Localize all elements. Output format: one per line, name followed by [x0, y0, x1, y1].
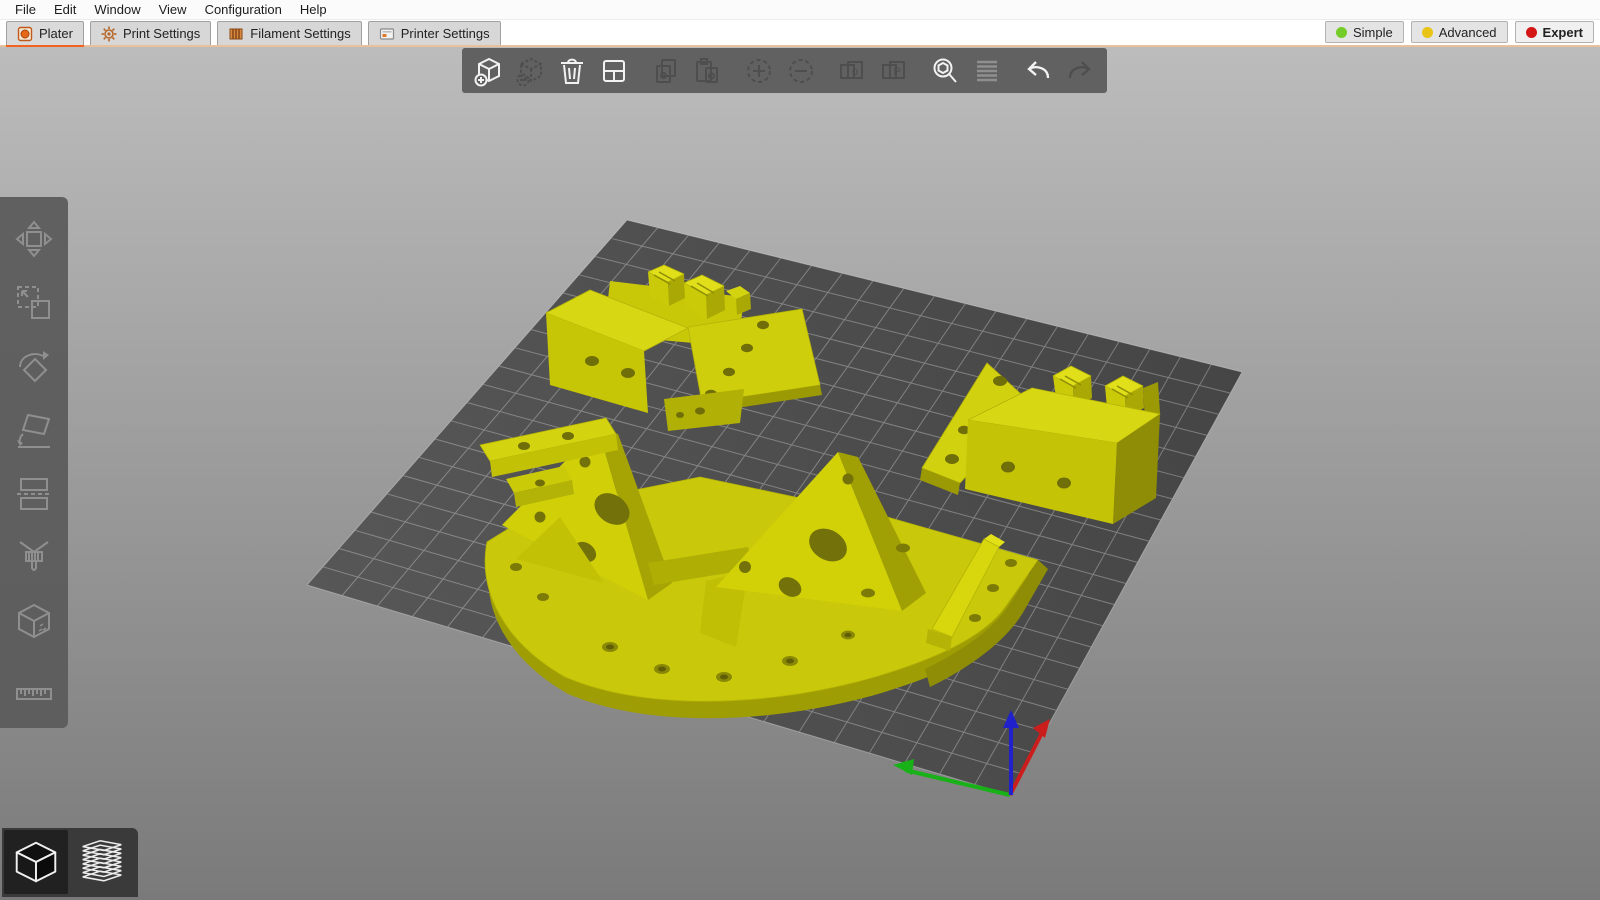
- ruler-icon[interactable]: [6, 658, 62, 714]
- split-parts-icon[interactable]: P: [875, 52, 913, 90]
- cut-icon[interactable]: [6, 466, 62, 522]
- layers-icon[interactable]: [968, 52, 1006, 90]
- move-icon[interactable]: [6, 211, 62, 267]
- menu-view[interactable]: View: [150, 1, 196, 18]
- menu-configuration[interactable]: Configuration: [196, 1, 291, 18]
- viewport-3d[interactable]: o P: [0, 47, 1600, 900]
- simple-dot-icon: [1336, 27, 1347, 38]
- mode-expert[interactable]: Expert: [1515, 21, 1594, 43]
- mode-label: Simple: [1353, 25, 1393, 40]
- plater-icon: [17, 26, 33, 42]
- cube-icon: [9, 835, 63, 889]
- tab-label: Print Settings: [123, 26, 200, 41]
- svg-text:o: o: [852, 66, 858, 78]
- tab-label: Filament Settings: [250, 26, 350, 41]
- delete-all-icon[interactable]: [554, 52, 592, 90]
- expert-dot-icon: [1526, 27, 1537, 38]
- menu-edit[interactable]: Edit: [45, 1, 85, 18]
- printer-icon: [379, 26, 395, 42]
- tab-bar: Plater Print Settings Fi: [0, 20, 1600, 47]
- view-toggle-bar: [2, 828, 138, 897]
- sliced-preview-button[interactable]: [70, 830, 134, 894]
- layers-stack-icon: [75, 835, 129, 889]
- add-model-icon[interactable]: [470, 52, 508, 90]
- search-icon[interactable]: [926, 52, 964, 90]
- mode-label: Advanced: [1439, 25, 1497, 40]
- svg-text:P: P: [893, 66, 900, 78]
- filament-icon: [228, 26, 244, 42]
- scene-canvas[interactable]: [0, 47, 1600, 900]
- tab-filament-settings[interactable]: Filament Settings: [217, 21, 361, 45]
- menu-file[interactable]: File: [6, 1, 45, 18]
- tab-print-settings[interactable]: Print Settings: [90, 21, 211, 45]
- slicer-app: File Edit Window View Configuration Help…: [0, 0, 1600, 900]
- delete-model-icon[interactable]: [512, 52, 550, 90]
- remove-instance-icon[interactable]: [782, 52, 820, 90]
- scale-icon[interactable]: [6, 275, 62, 331]
- 3d-editor-view-button[interactable]: [4, 830, 68, 894]
- tab-printer-settings[interactable]: Printer Settings: [368, 21, 501, 45]
- mode-advanced[interactable]: Advanced: [1411, 21, 1508, 43]
- tab-label: Plater: [39, 26, 73, 41]
- add-instance-icon[interactable]: [740, 52, 778, 90]
- arrange-icon[interactable]: [595, 52, 633, 90]
- redo-icon[interactable]: [1061, 52, 1099, 90]
- brush-icon[interactable]: [6, 530, 62, 586]
- tab-label: Printer Settings: [401, 26, 490, 41]
- menu-window[interactable]: Window: [85, 1, 149, 18]
- left-toolbar: [0, 197, 68, 728]
- gear-icon: [101, 26, 117, 42]
- mode-label: Expert: [1543, 25, 1583, 40]
- menu-bar: File Edit Window View Configuration Help: [0, 0, 1600, 20]
- copy-icon[interactable]: [647, 52, 685, 90]
- mode-switcher: Simple Advanced Expert: [1325, 21, 1594, 43]
- split-objects-icon[interactable]: o: [833, 52, 871, 90]
- undo-icon[interactable]: [1020, 52, 1058, 90]
- seam-cube-icon[interactable]: [6, 594, 62, 650]
- place-on-face-icon[interactable]: [6, 403, 62, 459]
- rotate-icon[interactable]: [6, 339, 62, 395]
- paste-icon[interactable]: [689, 52, 727, 90]
- tab-plater[interactable]: Plater: [6, 21, 84, 45]
- menu-help[interactable]: Help: [291, 1, 336, 18]
- advanced-dot-icon: [1422, 27, 1433, 38]
- mode-simple[interactable]: Simple: [1325, 21, 1404, 43]
- top-toolbar: o P: [462, 48, 1107, 93]
